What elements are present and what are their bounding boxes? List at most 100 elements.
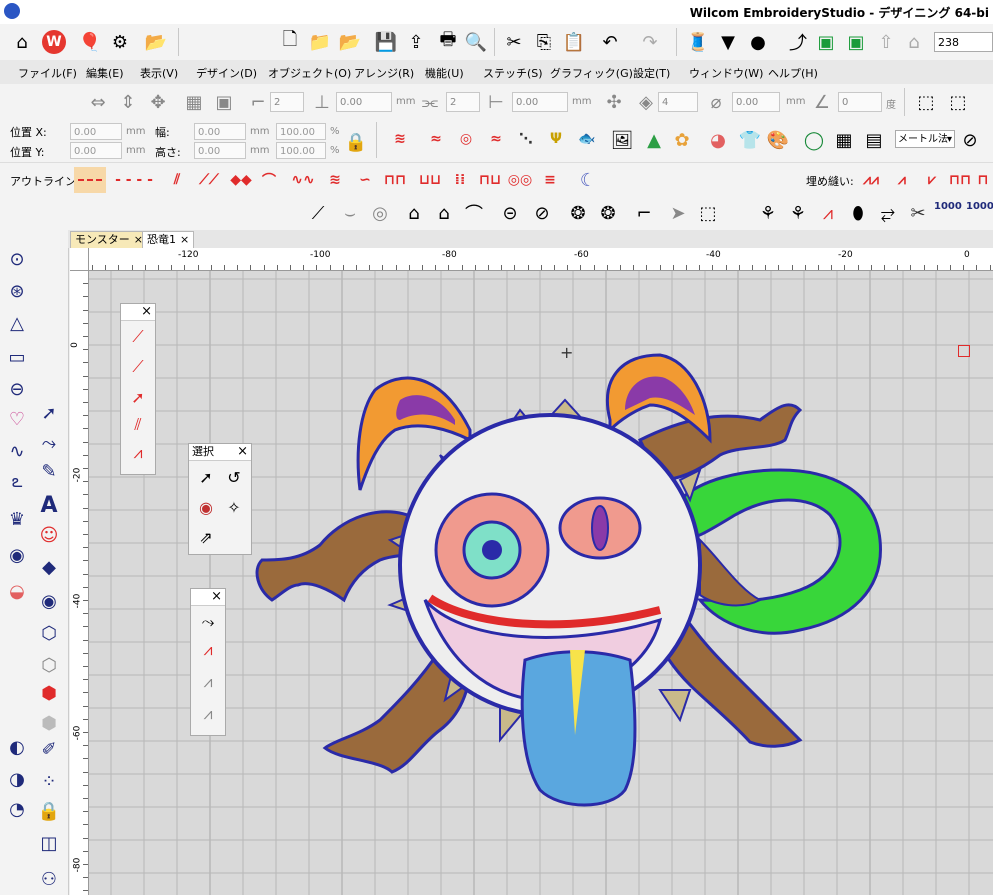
- distribute-icon[interactable]: ▣: [210, 88, 238, 116]
- copy-icon[interactable]: ⎘: [530, 28, 558, 56]
- outline-bars-icon[interactable]: ≡: [536, 169, 564, 191]
- tatami-icon[interactable]: ≈: [420, 128, 452, 150]
- lasso-icon[interactable]: ↺: [221, 464, 247, 490]
- grouping-2-icon[interactable]: ⬚: [944, 88, 972, 116]
- scissors-icon[interactable]: ✂: [904, 199, 932, 227]
- cut-icon[interactable]: ✂: [500, 28, 528, 56]
- select-color-icon[interactable]: ◉: [193, 494, 219, 520]
- grouping-icon[interactable]: ⬚: [912, 88, 940, 116]
- node-shape-icon[interactable]: ⌂: [400, 199, 428, 227]
- ellipse-icon[interactable]: ⊖: [4, 376, 30, 402]
- menu-settings[interactable]: 設定(T): [633, 65, 670, 81]
- hexagon-red-icon[interactable]: ⬢: [36, 680, 62, 706]
- digitize-shape-icon[interactable]: △: [4, 310, 30, 336]
- run-3-icon[interactable]: ⟋: [125, 354, 151, 380]
- outline-feather-icon[interactable]: ⌒: [256, 169, 282, 191]
- green-frame-icon[interactable]: ▣: [812, 28, 840, 56]
- run-1-icon[interactable]: ⟋: [125, 324, 151, 350]
- select-arrow-icon[interactable]: ➚: [193, 464, 219, 490]
- tab-dinosaur[interactable]: 恐竜1 ×: [142, 231, 195, 249]
- angle-icon[interactable]: ∠: [808, 88, 836, 116]
- fill-satin-icon[interactable]: ⩘: [888, 169, 916, 191]
- palette-icon[interactable]: 🎨: [764, 126, 792, 154]
- select-point-icon[interactable]: ⇗: [193, 524, 219, 550]
- digitize-open-icon[interactable]: ⊙: [4, 246, 30, 272]
- open-file-icon[interactable]: 📁: [306, 28, 334, 56]
- fill-more-icon[interactable]: ⊓: [974, 169, 992, 191]
- hole-icon[interactable]: ◔: [4, 796, 30, 822]
- outline-chain-icon[interactable]: ≋: [320, 169, 350, 191]
- rectangle-icon[interactable]: ▭: [4, 344, 30, 370]
- mirror-both-icon[interactable]: ✥: [144, 88, 172, 116]
- radius-spin[interactable]: 0.00: [732, 92, 780, 112]
- redo-icon[interactable]: ↷: [636, 28, 664, 56]
- fish-icon[interactable]: 🐟: [572, 128, 602, 150]
- paste-icon[interactable]: 📋: [560, 28, 588, 56]
- jewel-icon[interactable]: ♛: [4, 506, 30, 532]
- monster-design[interactable]: [240, 340, 900, 820]
- stitch-travel-icon[interactable]: ⩘: [195, 669, 221, 695]
- align-icon[interactable]: ▦: [180, 88, 208, 116]
- close-icon[interactable]: ×: [237, 444, 248, 460]
- hot-air-balloon-icon[interactable]: 🎈: [76, 28, 104, 56]
- digitize-closed-icon[interactable]: ⊛: [4, 278, 30, 304]
- home-icon[interactable]: ⌂: [8, 28, 36, 56]
- stitch-end-icon[interactable]: ⩘: [195, 701, 221, 727]
- outline-comb-icon[interactable]: ⊔⊔: [416, 169, 444, 191]
- color-balls-icon[interactable]: ●: [744, 28, 772, 56]
- grid-icon[interactable]: ▦: [830, 126, 858, 154]
- wilcom-logo-icon[interactable]: W: [40, 28, 68, 56]
- ruler-corner[interactable]: [70, 248, 89, 271]
- stitch-tool-3-icon[interactable]: ⩘: [814, 199, 842, 227]
- trident-icon[interactable]: Ψ: [542, 128, 570, 150]
- open-recent-icon[interactable]: 📂: [336, 28, 364, 56]
- menu-window[interactable]: ウィンドウ(W): [689, 65, 763, 81]
- run-icon[interactable]: ⋱: [512, 128, 540, 150]
- select-arrow-icon[interactable]: ➚: [36, 400, 62, 426]
- menu-graphic[interactable]: グラフィック(G): [550, 65, 633, 81]
- zigzag-line-icon[interactable]: ⩘: [125, 440, 151, 466]
- fill-zigzag-icon[interactable]: ⩘⩘: [856, 169, 886, 191]
- freehand-icon[interactable]: ∿: [4, 438, 30, 464]
- outline-diamond-icon[interactable]: ◆◆: [226, 169, 256, 191]
- outline-palette-header[interactable]: ×: [121, 304, 155, 321]
- monogram-icon[interactable]: ◆: [36, 554, 62, 580]
- undo-icon[interactable]: ↶: [596, 28, 624, 56]
- buttonhole-icon[interactable]: ◉: [36, 588, 62, 614]
- outline-blanket-icon[interactable]: ⁞⁞: [446, 169, 474, 191]
- export-icon[interactable]: ⇪: [402, 28, 430, 56]
- thousand-label-b[interactable]: 1000: [966, 201, 993, 212]
- arc-icon[interactable]: ⌒: [460, 199, 488, 227]
- select-node-icon[interactable]: ⬚: [694, 199, 722, 227]
- close-icon[interactable]: ×: [141, 304, 152, 320]
- menu-help[interactable]: ヘルプ(H): [768, 65, 818, 81]
- outline-tool-icon[interactable]: ◐: [4, 734, 30, 760]
- lettering-icon[interactable]: A: [36, 492, 62, 518]
- measure-icon[interactable]: ⊘: [956, 126, 984, 154]
- smooth-curve-icon[interactable]: ⌣: [336, 199, 364, 227]
- menu-view[interactable]: 表示(V): [140, 65, 178, 81]
- shape-library-icon[interactable]: ♡: [4, 406, 30, 432]
- count-icon[interactable]: ◈: [632, 88, 660, 116]
- select-star-icon[interactable]: ✧: [221, 494, 247, 520]
- fill-step-icon[interactable]: ⩗: [918, 169, 946, 191]
- outline-loop-icon[interactable]: ∽: [352, 169, 378, 191]
- ring-icon[interactable]: ◎: [366, 199, 394, 227]
- pen-tool-icon[interactable]: ✎: [36, 458, 62, 484]
- node-path-icon[interactable]: ⌐: [630, 199, 658, 227]
- hoop-down-icon[interactable]: ▼: [714, 28, 742, 56]
- run-arrow-icon[interactable]: ➚: [125, 384, 151, 410]
- angle-spin[interactable]: 0: [838, 92, 882, 112]
- upload-icon[interactable]: ⇧: [872, 28, 900, 56]
- tab-monster[interactable]: モンスター ×: [70, 231, 148, 249]
- reshape-tool-icon[interactable]: ⤳: [36, 430, 62, 456]
- mirror-h-icon[interactable]: ⇔: [84, 88, 112, 116]
- cap-icon[interactable]: ⚇: [36, 866, 62, 892]
- reshape-line-icon[interactable]: ⟋: [304, 199, 332, 227]
- cols-spin[interactable]: 2: [446, 92, 480, 112]
- outline-triple-icon[interactable]: - - - -: [108, 169, 160, 191]
- save-icon[interactable]: 💾: [372, 28, 400, 56]
- col-spacing-icon[interactable]: ⊢: [482, 88, 510, 116]
- circular-array-icon[interactable]: ✣: [600, 88, 628, 116]
- spiral-icon[interactable]: ఽ: [4, 470, 30, 496]
